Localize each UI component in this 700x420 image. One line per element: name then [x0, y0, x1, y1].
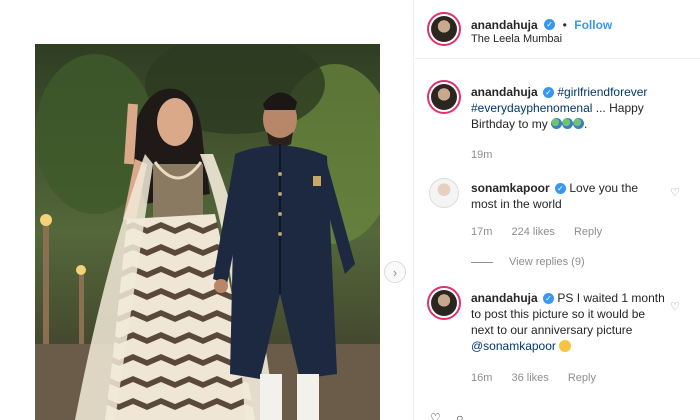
media-pane: ›: [0, 0, 414, 420]
globe-emoji-icon: [573, 118, 585, 129]
hashtag-link[interactable]: #girlfriendforever: [557, 85, 647, 99]
verified-badge-icon: ✓: [555, 183, 567, 195]
next-photo-button[interactable]: ›: [384, 261, 406, 283]
divider: [471, 261, 493, 263]
comment-avatar[interactable]: [429, 178, 459, 208]
kiss-emoji-icon: [559, 340, 572, 352]
author-avatar[interactable]: [427, 12, 461, 46]
comment-likes[interactable]: 36 likes: [511, 372, 548, 384]
post-photo[interactable]: [35, 44, 380, 420]
comment-item: sonamkapoor ✓ Love you the most in the w…: [415, 176, 700, 276]
caption-avatar[interactable]: [427, 80, 461, 114]
caption-text: anandahuja ✓ #girlfriendforever #everyda…: [471, 85, 648, 131]
post-location[interactable]: The Leela Mumbai: [471, 33, 562, 45]
verified-badge-icon: ✓: [543, 293, 555, 305]
comment-avatar[interactable]: [427, 286, 461, 320]
mention-link[interactable]: @sonamkapoor: [471, 339, 556, 353]
separator-dot: •: [562, 18, 567, 32]
chevron-right-icon: ›: [392, 264, 398, 280]
view-replies-button[interactable]: View replies (9): [471, 256, 601, 268]
post-side-panel: anandahuja ✓ • Follow The Leela Mumbai a…: [415, 0, 700, 420]
globe-emoji-icon: [562, 118, 574, 129]
follow-button[interactable]: Follow: [574, 18, 612, 32]
post-header: anandahuja ✓ • Follow The Leela Mumbai: [415, 0, 700, 59]
action-bar: ♡ ○: [430, 411, 463, 420]
comment-time[interactable]: 16m: [471, 372, 492, 384]
heart-icon[interactable]: ♡: [670, 300, 680, 313]
verified-badge-icon: ✓: [544, 19, 556, 31]
comment-meta: 16m 36 likes Reply: [471, 372, 612, 384]
comment-text: anandahuja ✓ PS I waited 1 month to post…: [471, 290, 671, 354]
comment-likes[interactable]: 224 likes: [511, 226, 554, 238]
globe-emoji-icon: [551, 118, 563, 129]
comment-username[interactable]: anandahuja: [471, 291, 538, 305]
author-username[interactable]: anandahuja: [471, 18, 538, 32]
comment-meta: 17m 224 likes Reply: [471, 226, 618, 238]
comment-icon[interactable]: ○: [456, 411, 463, 420]
verified-badge-icon: ✓: [543, 87, 555, 99]
caption-username[interactable]: anandahuja: [471, 85, 538, 99]
heart-icon[interactable]: ♡: [430, 411, 441, 420]
heart-icon[interactable]: ♡: [670, 186, 680, 199]
caption-time[interactable]: 19m: [471, 149, 492, 161]
reply-button[interactable]: Reply: [568, 372, 596, 384]
photo-illustration: [35, 44, 380, 420]
comment-text: sonamkapoor ✓ Love you the most in the w…: [471, 180, 666, 212]
comment-time[interactable]: 17m: [471, 226, 492, 238]
comment-item: anandahuja ✓ PS I waited 1 month to post…: [415, 286, 700, 396]
hashtag-link[interactable]: #everydayphenomenal: [471, 101, 592, 115]
reply-button[interactable]: Reply: [574, 226, 602, 238]
view-replies-label: View replies (9): [509, 256, 585, 268]
comment-username[interactable]: sonamkapoor: [471, 181, 550, 195]
